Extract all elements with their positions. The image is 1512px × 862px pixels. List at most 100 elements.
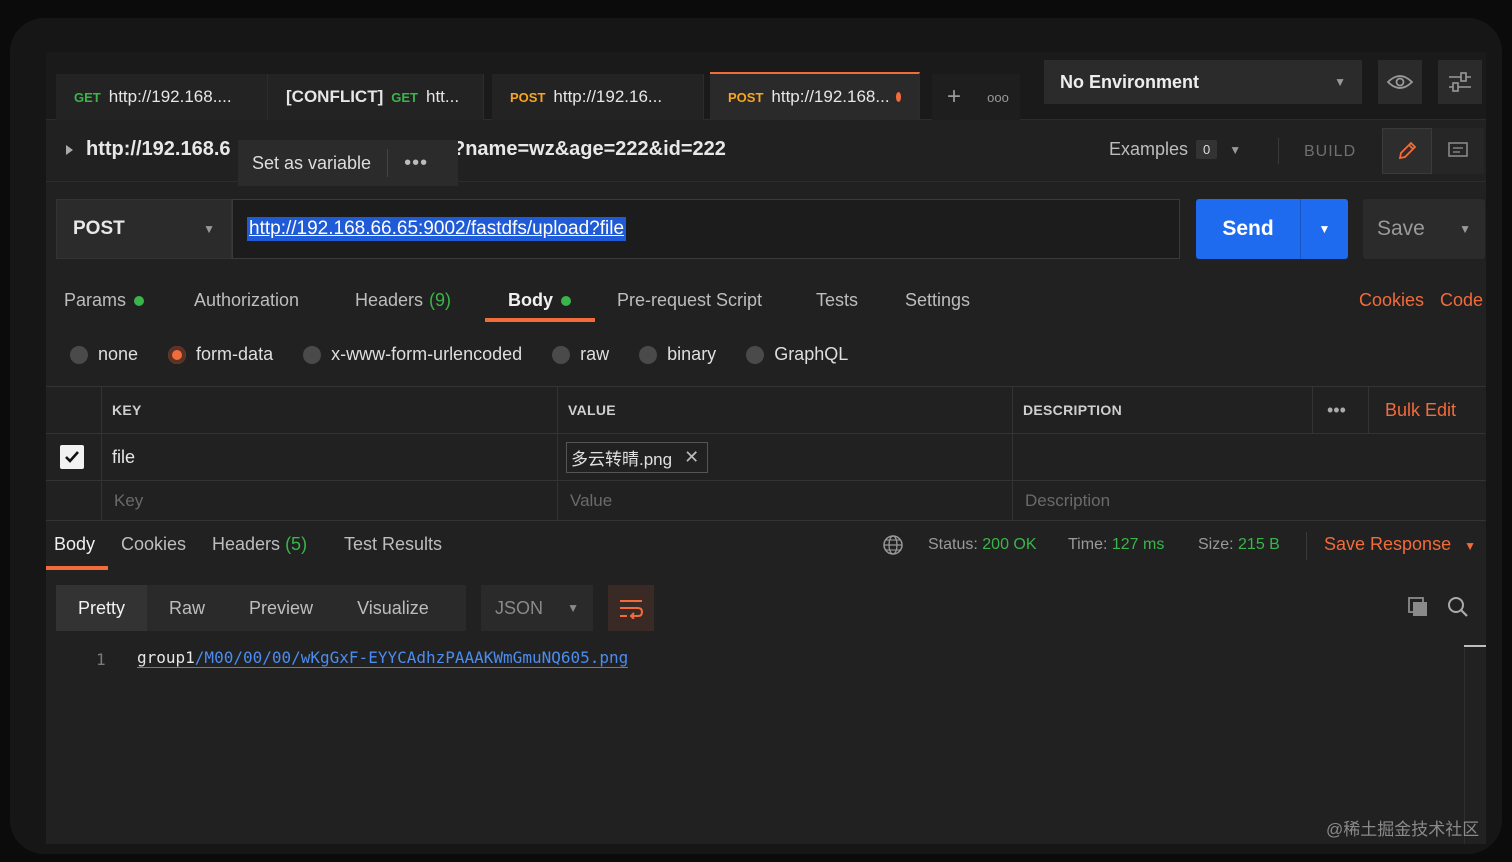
- manage-environments-button[interactable]: [1438, 60, 1482, 104]
- tab-tests[interactable]: Tests: [816, 290, 858, 311]
- tab-authorization[interactable]: Authorization: [194, 290, 299, 311]
- time-label: Time:: [1068, 536, 1108, 553]
- response-tab-headers[interactable]: Headers (5): [212, 534, 307, 555]
- postman-app: GET http://192.168.... [CONFLICT] GET ht…: [46, 52, 1486, 844]
- tab-headers[interactable]: Headers (9): [355, 290, 451, 311]
- value-cell[interactable]: 多云转晴.png ✕: [558, 434, 1013, 480]
- build-mode-label[interactable]: BUILD: [1304, 143, 1356, 161]
- cookies-link[interactable]: Cookies: [1359, 290, 1424, 311]
- set-as-variable-button[interactable]: Set as variable: [252, 153, 371, 174]
- scrollbar-thumb[interactable]: [1464, 645, 1486, 647]
- response-tab-cookies[interactable]: Cookies: [121, 534, 186, 555]
- description-input[interactable]: Description: [1013, 481, 1486, 520]
- tab-settings[interactable]: Settings: [905, 290, 970, 311]
- size-label: Size:: [1198, 536, 1234, 553]
- view-pretty-button[interactable]: Pretty: [56, 585, 148, 631]
- table-row-empty: Key Value Description: [46, 481, 1486, 521]
- examples-label: Examples: [1109, 139, 1189, 159]
- radio-raw[interactable]: raw: [552, 344, 609, 365]
- save-button[interactable]: Save ▼: [1363, 199, 1485, 259]
- environment-select[interactable]: No Environment ▼: [1044, 60, 1362, 104]
- time-readout[interactable]: Time: 127 ms: [1068, 536, 1164, 554]
- response-bar: Body Cookies Headers (5) Test Results St…: [46, 520, 1486, 570]
- radio-form-data[interactable]: form-data: [168, 344, 273, 365]
- examples-dropdown[interactable]: Examples 0 ▼: [1109, 139, 1241, 160]
- body-type-radio-group: none form-data x-www-form-urlencoded raw…: [70, 344, 878, 365]
- row-checkbox[interactable]: [60, 445, 84, 469]
- key-cell[interactable]: file: [102, 434, 558, 480]
- divider: [1306, 532, 1307, 560]
- radio-x-www-form-urlencoded[interactable]: x-www-form-urlencoded: [303, 344, 522, 365]
- globe-icon[interactable]: [882, 534, 904, 561]
- wrap-lines-button[interactable]: [608, 585, 654, 631]
- remove-file-icon[interactable]: ✕: [684, 447, 699, 468]
- tab-get-1[interactable]: GET http://192.168....: [56, 74, 268, 120]
- documentation-button[interactable]: [1432, 128, 1484, 174]
- sliders-icon: [1449, 72, 1471, 92]
- radio-circle-icon: [552, 345, 571, 364]
- view-raw-button[interactable]: Raw: [147, 585, 227, 631]
- tab-body[interactable]: Body: [508, 290, 571, 311]
- more-options-icon[interactable]: •••: [404, 152, 428, 175]
- response-tab-test-results[interactable]: Test Results: [344, 534, 442, 555]
- send-options-chevron-icon[interactable]: ▼: [1301, 222, 1348, 236]
- status-value: 200 OK: [982, 536, 1037, 553]
- radio-binary[interactable]: binary: [639, 344, 716, 365]
- radio-none[interactable]: none: [70, 344, 138, 365]
- size-readout[interactable]: Size: 215 B: [1198, 536, 1280, 554]
- divider: [1278, 138, 1279, 164]
- method-select[interactable]: POST ▼: [56, 199, 232, 259]
- add-tab-button[interactable]: +: [932, 74, 976, 120]
- value-input[interactable]: Value: [558, 481, 1013, 520]
- url-input[interactable]: http://192.168.66.65:9002/fastdfs/upload…: [232, 199, 1180, 259]
- active-dot-icon: [561, 295, 571, 306]
- key-input[interactable]: Key: [102, 481, 558, 520]
- environment-quick-look-button[interactable]: [1378, 60, 1422, 104]
- headers-count: (9): [429, 290, 452, 310]
- save-response-label: Save Response: [1324, 534, 1452, 554]
- tab-params[interactable]: Params: [64, 290, 145, 311]
- radio-graphql[interactable]: GraphQL: [746, 344, 848, 365]
- request-name[interactable]: http://192.168.6: [86, 138, 231, 161]
- response-tab-body[interactable]: Body: [54, 534, 95, 555]
- tab-pre-request-script[interactable]: Pre-request Script: [617, 290, 762, 311]
- more-tabs-button[interactable]: ooo: [976, 74, 1020, 120]
- set-variable-popup: Set as variable •••: [238, 140, 458, 186]
- chevron-down-icon[interactable]: ▼: [1459, 222, 1471, 236]
- file-name: 多云转晴.png: [571, 449, 673, 469]
- active-tab-indicator: [46, 566, 108, 570]
- copy-icon[interactable]: [1403, 592, 1433, 622]
- response-line: group1/M00/00/00/wKgGxF-EYYCAdhzPAAAKWmG…: [137, 648, 629, 668]
- response-link[interactable]: /M00/00/00/wKgGxF-EYYCAdhzPAAAKWmGmuNQ60…: [195, 648, 628, 667]
- radio-label: raw: [580, 344, 610, 364]
- response-body-editor[interactable]: 1 group1/M00/00/00/wKgGxF-EYYCAdhzPAAAKW…: [46, 644, 1486, 684]
- format-select[interactable]: JSON ▼: [481, 585, 593, 631]
- save-label: Save: [1377, 217, 1425, 240]
- bulk-edit-link[interactable]: Bulk Edit: [1369, 387, 1486, 433]
- search-icon[interactable]: [1443, 592, 1473, 622]
- tab-post-active[interactable]: POST http://192.168...: [710, 72, 920, 120]
- more-options-icon[interactable]: •••: [1313, 387, 1369, 433]
- send-button-group: Send ▼: [1196, 199, 1348, 259]
- tab-label: Settings: [905, 290, 971, 310]
- expand-triangle-icon[interactable]: [66, 145, 73, 155]
- size-value: 215 B: [1238, 536, 1280, 553]
- edit-button[interactable]: [1382, 128, 1432, 174]
- request-name-end[interactable]: ?name=wz&age=222&id=222: [453, 138, 726, 161]
- view-preview-button[interactable]: Preview: [227, 585, 335, 631]
- description-cell[interactable]: [1013, 434, 1486, 480]
- radio-circle-icon: [303, 345, 322, 364]
- radio-label: binary: [667, 344, 717, 364]
- examples-count-badge: 0: [1196, 140, 1218, 159]
- send-button[interactable]: Send: [1196, 217, 1300, 241]
- code-link[interactable]: Code: [1440, 290, 1483, 311]
- conflict-label: [CONFLICT]: [286, 87, 384, 106]
- form-data-table: KEY VALUE DESCRIPTION ••• Bulk Edit file…: [46, 386, 1486, 521]
- method-label: GET: [391, 89, 418, 105]
- save-response-button[interactable]: Save Response ▼: [1324, 534, 1476, 555]
- view-visualize-button[interactable]: Visualize: [335, 585, 451, 631]
- tab-post-1[interactable]: POST http://192.16...: [492, 74, 704, 120]
- headers-count: (5): [285, 534, 308, 554]
- tab-conflict[interactable]: [CONFLICT] GET htt...: [268, 74, 484, 120]
- response-text: group1: [137, 648, 195, 667]
